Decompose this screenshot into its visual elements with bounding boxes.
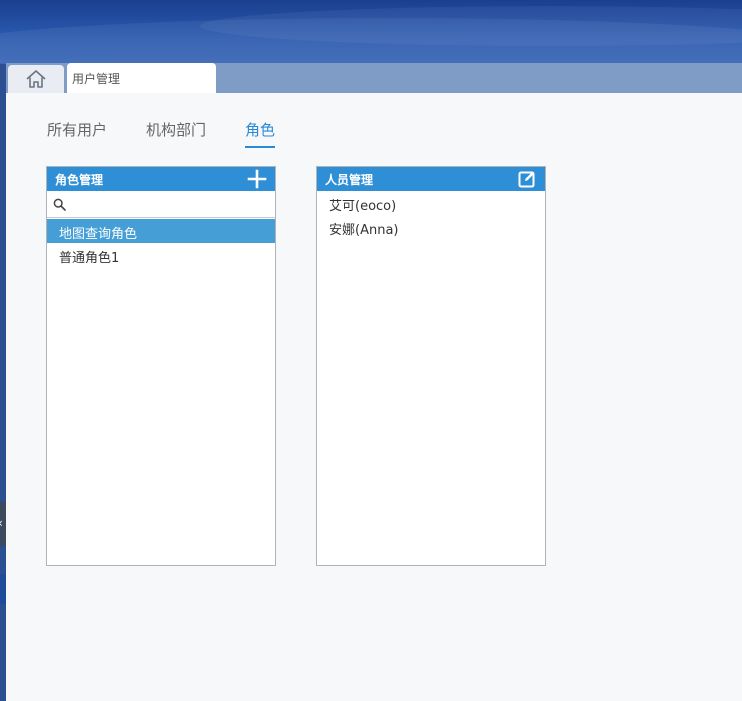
tab-home[interactable] xyxy=(8,65,64,93)
tab-roles[interactable]: 角色 xyxy=(245,119,276,148)
tab-all-users[interactable]: 所有用户 xyxy=(47,119,107,148)
role-search-input[interactable] xyxy=(69,195,269,215)
role-search-box xyxy=(47,192,275,218)
person-list-item[interactable]: 艾可(eoco) xyxy=(317,191,545,215)
tab-bar: 用户管理 xyxy=(6,63,742,93)
chevron-left-icon: ‹ xyxy=(0,516,3,530)
role-list-item[interactable]: 普通角色1 xyxy=(47,243,275,267)
tab-label: 用户管理 xyxy=(72,72,121,86)
people-panel-header: 人员管理 xyxy=(317,167,545,191)
tab-departments[interactable]: 机构部门 xyxy=(146,119,206,148)
role-panel-title: 角色管理 xyxy=(55,173,104,187)
person-list-item[interactable]: 安娜(Anna) xyxy=(317,215,545,239)
home-icon xyxy=(26,70,46,88)
role-management-panel: 角色管理 地图查询角色 普通角色1 xyxy=(46,166,276,566)
top-banner xyxy=(0,0,742,64)
search-icon xyxy=(53,198,66,211)
sub-nav-tabs: 所有用户 机构部门 角色 xyxy=(47,119,314,148)
people-panel-title: 人员管理 xyxy=(325,173,374,187)
edit-icon[interactable] xyxy=(517,169,537,189)
main-content: 所有用户 机构部门 角色 角色管理 地图查询角色 普通角色1 人员管理 艾可(e… xyxy=(6,93,742,701)
role-panel-header: 角色管理 xyxy=(47,167,275,191)
role-list-item[interactable]: 地图查询角色 xyxy=(47,219,275,243)
people-management-panel: 人员管理 艾可(eoco) 安娜(Anna) xyxy=(316,166,546,566)
tab-user-management[interactable]: 用户管理 xyxy=(67,63,216,93)
plus-icon[interactable] xyxy=(247,169,267,189)
